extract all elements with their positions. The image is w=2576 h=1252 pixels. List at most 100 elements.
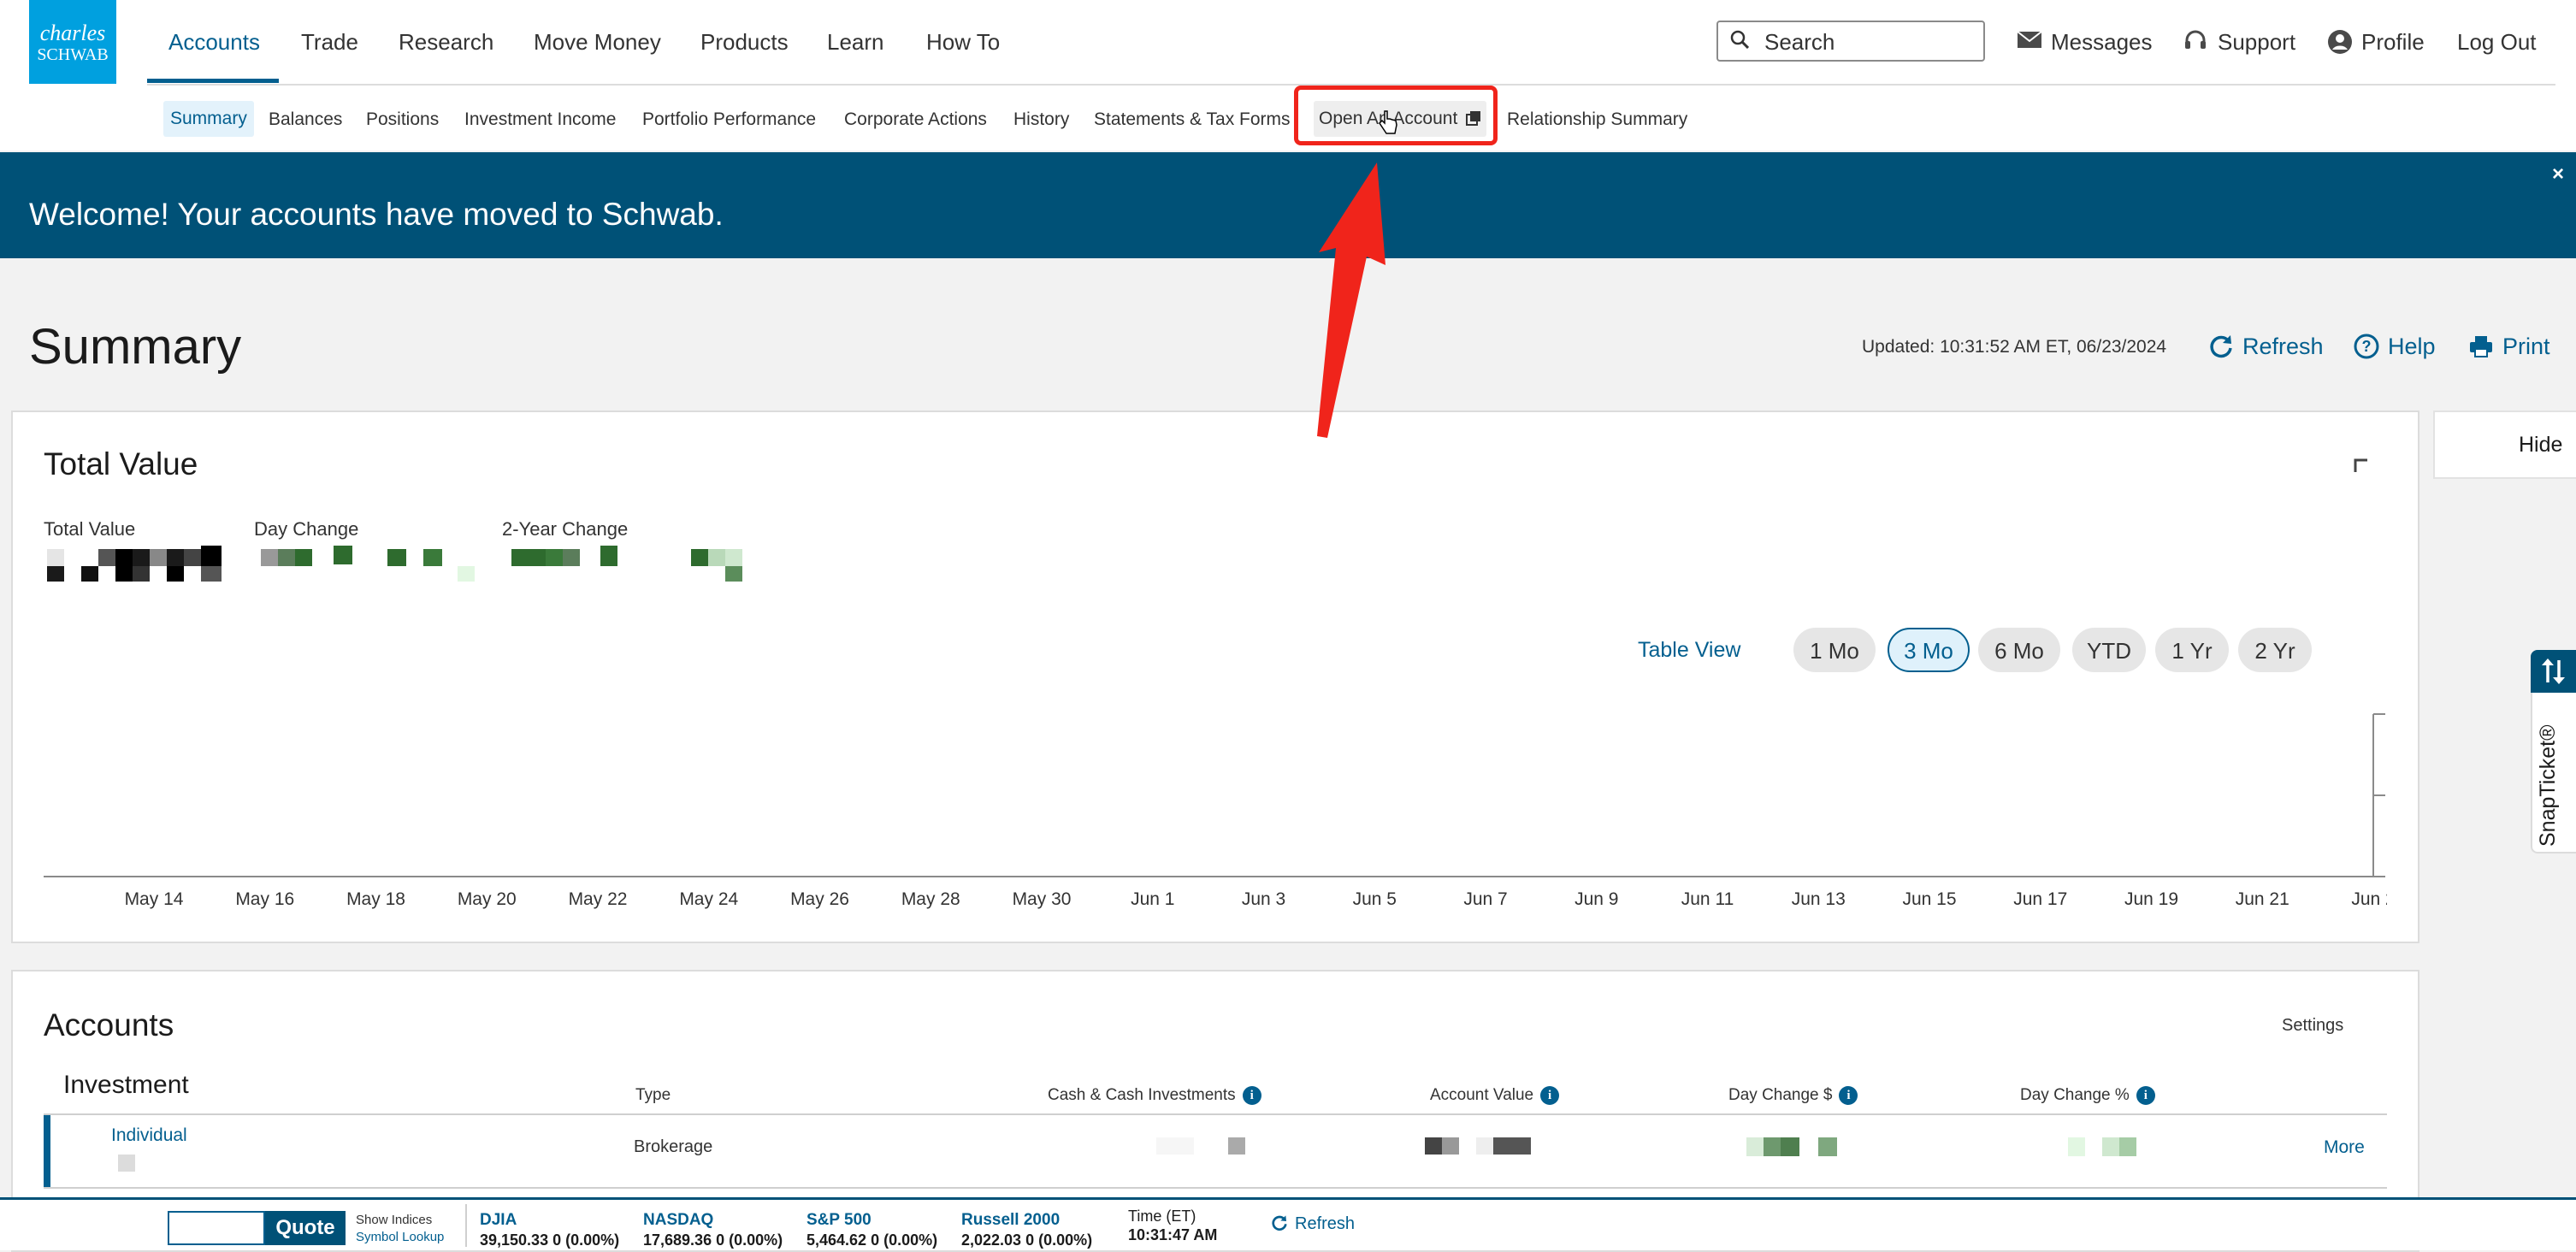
printer-icon — [2470, 336, 2492, 357]
banner-close-button[interactable]: × — [2552, 162, 2564, 186]
column-header-account-value: Account Value i — [1430, 1086, 1560, 1105]
symbol-lookup-link[interactable]: Symbol Lookup — [356, 1230, 444, 1244]
chart-x-tick-label: May 22 — [569, 889, 628, 909]
nav-move-money[interactable]: Move Money — [534, 29, 661, 56]
redacted-day-change — [261, 546, 475, 583]
subnav-summary[interactable]: Summary — [163, 101, 254, 137]
redacted-total-value — [47, 546, 227, 583]
page-title: Summary — [29, 319, 242, 375]
quote-bar-refresh-button[interactable]: Refresh — [1271, 1214, 1355, 1234]
info-icon[interactable]: i — [2136, 1086, 2155, 1105]
nav-trade[interactable]: Trade — [301, 29, 358, 56]
subnav-history[interactable]: History — [1013, 109, 1069, 130]
table-header-rule — [44, 1113, 2387, 1115]
column-header-type: Type — [635, 1086, 671, 1104]
nav-how-to[interactable]: How To — [926, 29, 1000, 56]
chart-x-tick-label: May 16 — [235, 889, 294, 909]
info-icon[interactable]: i — [1540, 1086, 1560, 1105]
chart-x-tick-label: Jun 1 — [1131, 889, 1174, 909]
total-value-title: Total Value — [44, 446, 198, 481]
chart-x-tick-label: May 14 — [125, 889, 184, 909]
snapticket-header[interactable] — [2531, 650, 2576, 693]
account-type: Brokerage — [634, 1137, 713, 1156]
chart-x-tick-label: Jun 11 — [1681, 889, 1734, 909]
profile-link[interactable]: Profile — [2328, 29, 2425, 56]
nav-products[interactable]: Products — [700, 29, 789, 56]
market-time-label: Time (ET) — [1128, 1208, 1196, 1225]
account-more-link[interactable]: More — [2324, 1137, 2365, 1158]
range-ytd-button[interactable]: YTD — [2072, 628, 2146, 672]
account-name-link[interactable]: Individual — [111, 1125, 187, 1146]
print-button[interactable]: Print — [2470, 334, 2550, 360]
snapticket-label[interactable]: SnapTicket® — [2536, 724, 2561, 847]
index-value-sp500: 5,464.62 0 (0.00%) — [806, 1231, 938, 1249]
index-name-sp500[interactable]: S&P 500 — [806, 1211, 871, 1230]
headset-icon — [2185, 30, 2206, 49]
help-icon: ? — [2354, 334, 2379, 359]
range-3-month-button[interactable]: 3 Mo — [1888, 628, 1970, 672]
active-nav-underline — [147, 79, 279, 83]
info-icon[interactable]: i — [1839, 1086, 1858, 1105]
metric-label-day-change: Day Change — [254, 518, 359, 540]
nav-research[interactable]: Research — [399, 29, 493, 56]
chart-x-tick-label: Jun 3 — [1242, 889, 1285, 909]
subnav-corporate-actions[interactable]: Corporate Actions — [844, 109, 987, 130]
nav-accounts[interactable]: Accounts — [168, 29, 260, 56]
help-button[interactable]: ? Help — [2354, 334, 2436, 360]
schwab-logo[interactable]: charles SCHWAB — [29, 0, 116, 84]
range-1-month-button[interactable]: 1 Mo — [1793, 628, 1876, 672]
search-input[interactable] — [1763, 27, 1980, 56]
support-link[interactable]: Support — [2185, 29, 2295, 56]
user-icon — [2328, 30, 2352, 54]
chart-x-tick-label: Jun 19 — [2124, 889, 2178, 909]
row-accent-bar — [44, 1115, 50, 1187]
column-header-day-change-dollar: Day Change $ i — [1728, 1086, 1858, 1105]
subnav-portfolio-performance[interactable]: Portfolio Performance — [642, 109, 816, 130]
logout-link[interactable]: Log Out — [2457, 29, 2537, 56]
search-icon — [1730, 30, 1749, 49]
refresh-icon — [1272, 1215, 1287, 1231]
chart-x-tick-label: May 28 — [901, 889, 960, 909]
index-value-nasdaq: 17,689.36 0 (0.00%) — [643, 1231, 783, 1249]
subnav-positions[interactable]: Positions — [366, 109, 439, 130]
chart-x-tick-label: Jun 9 — [1575, 889, 1618, 909]
index-name-nasdaq[interactable]: NASDAQ — [643, 1211, 713, 1230]
svg-text:?: ? — [2362, 338, 2372, 355]
chart-x-tick-label: May 24 — [679, 889, 738, 909]
redacted-account-number — [118, 1155, 135, 1172]
quote-button[interactable]: Quote — [265, 1211, 346, 1245]
range-6-month-button[interactable]: 6 Mo — [1978, 628, 2060, 672]
subnav-balances[interactable]: Balances — [269, 109, 342, 130]
messages-link[interactable]: Messages — [2017, 29, 2153, 56]
total-value-chart: May 14 May 16 May 18 May 20 May 22 May 24 May … — [44, 713, 2387, 909]
column-header-cash: Cash & Cash Investments i — [1048, 1086, 1261, 1105]
accounts-settings-link[interactable]: Settings — [2282, 1016, 2343, 1036]
quote-symbol-input[interactable] — [168, 1211, 265, 1245]
redacted-cash-value — [1156, 1137, 1245, 1155]
subnav-investment-income[interactable]: Investment Income — [464, 109, 616, 130]
show-indices-link[interactable]: Show Indices — [356, 1213, 432, 1227]
chart-x-tick-label: Jun 5 — [1353, 889, 1397, 909]
index-name-russell-2000[interactable]: Russell 2000 — [961, 1211, 1060, 1230]
refresh-button[interactable]: Refresh — [2210, 334, 2324, 360]
info-icon[interactable]: i — [1242, 1086, 1261, 1105]
chart-x-tick-label: May 18 — [346, 889, 405, 909]
table-view-link[interactable]: Table View — [1638, 638, 1740, 663]
index-value-djia: 39,150.33 0 (0.00%) — [480, 1231, 620, 1249]
refresh-icon — [2210, 335, 2232, 358]
welcome-banner-text: Welcome! Your accounts have moved to Sch… — [29, 197, 724, 232]
range-1-year-button[interactable]: 1 Yr — [2155, 628, 2229, 672]
chart-x-tick-label: Jun 2 — [2351, 889, 2387, 909]
updated-timestamp: Updated: 10:31:52 AM ET, 06/23/2024 — [1862, 337, 2167, 357]
nav-learn[interactable]: Learn — [827, 29, 884, 56]
range-2-year-button[interactable]: 2 Yr — [2238, 628, 2312, 672]
expand-icon[interactable] — [2354, 458, 2369, 474]
index-name-djia[interactable]: DJIA — [480, 1211, 517, 1230]
subnav-statements-tax-forms[interactable]: Statements & Tax Forms — [1094, 109, 1291, 130]
chart-x-tick-label: Jun 21 — [2236, 889, 2289, 909]
subnav-relationship-summary[interactable]: Relationship Summary — [1507, 109, 1687, 130]
table-row-rule — [44, 1187, 2387, 1189]
redacted-account-value — [1425, 1137, 1536, 1155]
hide-button[interactable]: Hide — [2519, 433, 2562, 458]
search-box[interactable] — [1716, 21, 1985, 62]
